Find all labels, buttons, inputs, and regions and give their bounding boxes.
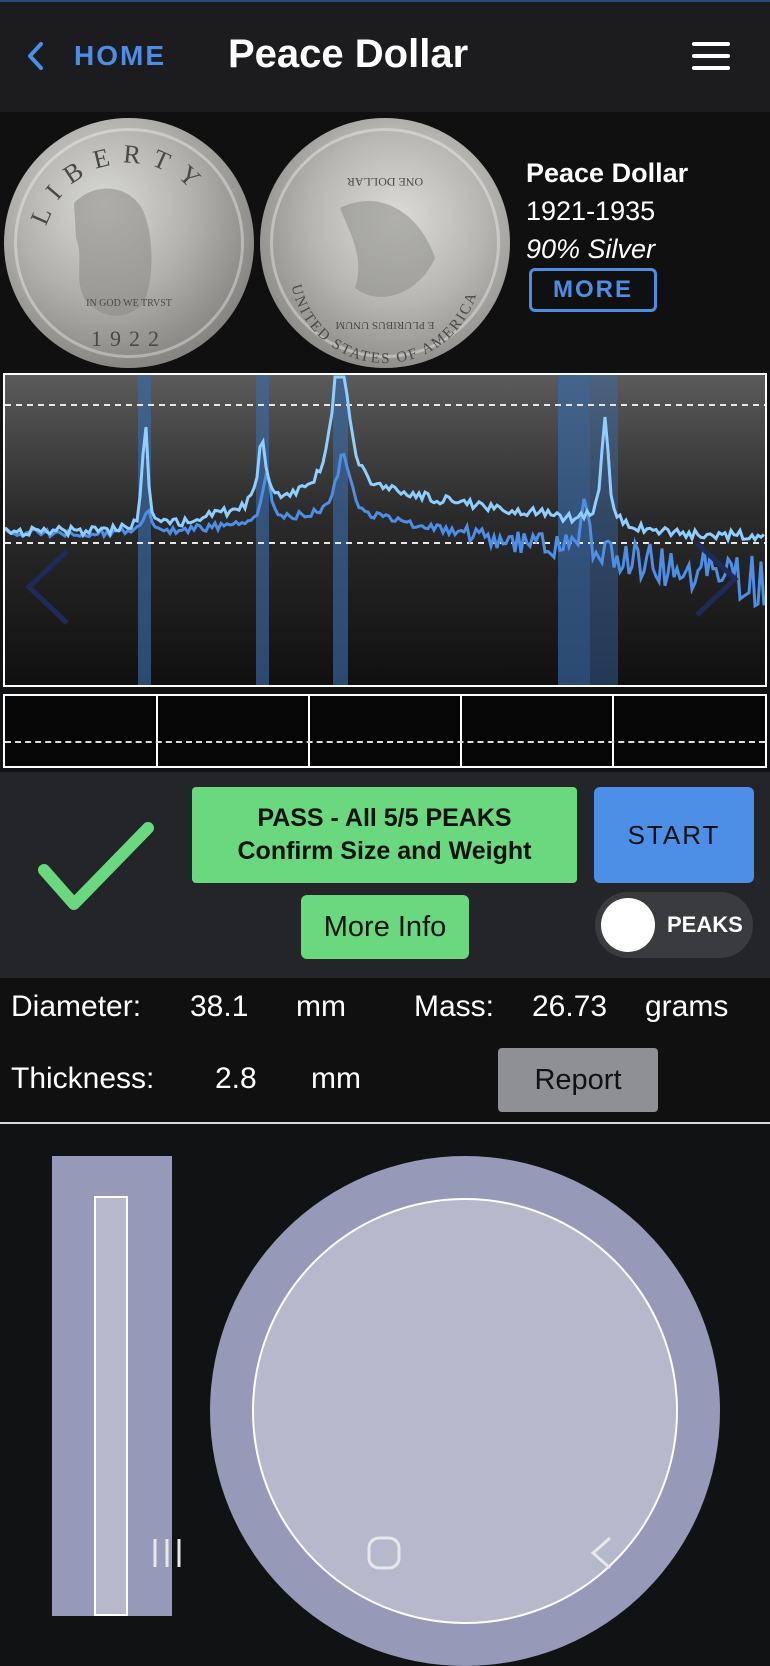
thickness-label: Thickness: (11, 1062, 155, 1095)
obverse-date: 1922 (91, 326, 167, 351)
chevron-left-icon (28, 42, 43, 70)
spectrum-chart (3, 373, 767, 687)
thickness-value: 2.8 (215, 1062, 257, 1095)
thickness-indicator (94, 1196, 128, 1616)
page-title: Peace Dollar (228, 32, 469, 76)
diameter-value: 38.1 (190, 990, 249, 1023)
recent-apps-icon[interactable] (150, 1536, 186, 1570)
peak-band (558, 375, 590, 685)
peak-band (138, 375, 151, 685)
toggle-knob (601, 898, 655, 952)
status-line-2: Confirm Size and Weight (237, 837, 532, 865)
reverse-motto: E PLURIBUS UNUM (335, 319, 434, 331)
coin-reverse-image: UNITED STATES OF AMERICA ONE DOLLAR E PL… (260, 118, 510, 368)
reverse-denomination: ONE DOLLAR (347, 175, 423, 189)
home-label: HOME (74, 40, 166, 71)
peak-band (333, 375, 348, 685)
coin-obverse-image: LIBERTY 1922 IN GOD WE TRVST (4, 118, 254, 368)
more-button[interactable]: MORE (529, 268, 657, 312)
coin-composition: 90% Silver (526, 234, 656, 264)
diameter-label: Diameter: (11, 990, 142, 1023)
thickness-unit: mm (311, 1062, 361, 1095)
mass-label: Mass: (414, 990, 495, 1023)
start-button[interactable]: START (594, 787, 754, 883)
spectrum-plot (5, 375, 765, 685)
checkmark-icon (38, 822, 154, 910)
back-button[interactable]: HOME (26, 34, 166, 78)
obverse-motto: IN GOD WE TRVST (86, 298, 172, 309)
diameter-indicator (252, 1198, 678, 1624)
peaks-toggle[interactable]: PEAKS (595, 892, 753, 958)
chevron-left-icon[interactable] (25, 549, 69, 625)
coin-years: 1921-1935 (526, 196, 656, 226)
peaks-label: PEAKS (667, 912, 743, 937)
status-line-1: PASS - All 5/5 PEAKS (257, 804, 512, 832)
diameter-unit: mm (296, 990, 346, 1023)
coin-name: Peace Dollar (526, 158, 689, 188)
hamburger-menu-icon[interactable] (692, 40, 732, 72)
home-icon[interactable] (366, 1535, 402, 1571)
pass-status-banner: PASS - All 5/5 PEAKS Confirm Size and We… (192, 787, 577, 883)
mass-value: 26.73 (532, 990, 608, 1023)
back-icon[interactable] (588, 1535, 614, 1571)
peak-indicator-strip (3, 694, 767, 768)
peak-band (256, 375, 269, 685)
report-button[interactable]: Report (498, 1048, 658, 1112)
mass-unit: grams (645, 990, 729, 1023)
more-info-button[interactable]: More Info (301, 895, 469, 959)
